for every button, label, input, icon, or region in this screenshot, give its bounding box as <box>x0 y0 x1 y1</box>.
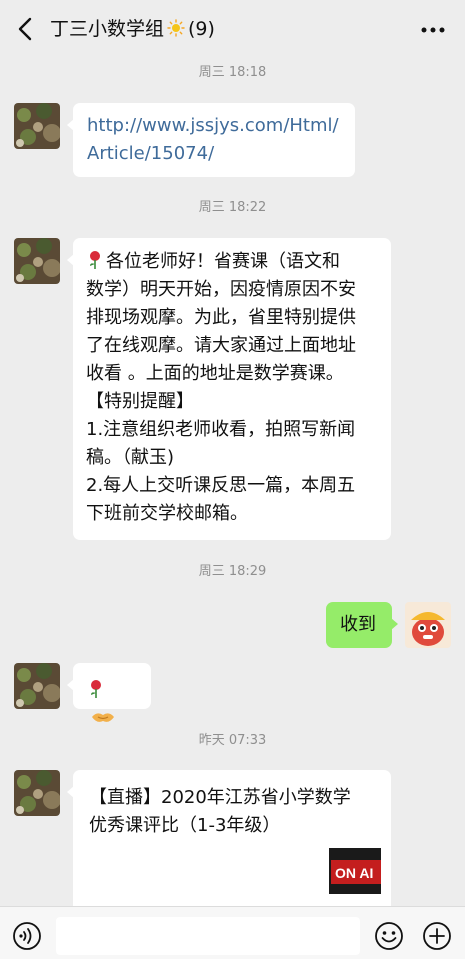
card-title-line: 【直播】2020年江苏省小学数学 <box>89 787 351 808</box>
timestamp: 周三 18:18 <box>198 65 267 80</box>
timestamp: 周三 18:22 <box>198 200 267 215</box>
message-line: 2.每人上交听课反思一篇，本周五 <box>86 475 356 496</box>
more-dots-icon[interactable] <box>421 27 445 33</box>
voice-icon[interactable] <box>12 921 42 951</box>
member-count: (9) <box>188 18 215 40</box>
message-line: 【特别提醒】 <box>86 391 194 412</box>
rose-icon <box>90 251 100 269</box>
avatar[interactable] <box>14 663 60 709</box>
plus-circle-icon[interactable] <box>422 921 452 951</box>
link-card[interactable]: 【直播】2020年江苏省小学数学 优秀课评比（1-3年级） ON AI <box>67 770 391 906</box>
handshake-icon <box>92 713 114 722</box>
on-air-sign: ON AI <box>329 848 381 894</box>
card-title-line: 优秀课评比（1-3年级） <box>89 815 281 836</box>
avatar-image <box>14 770 60 816</box>
self-avatar[interactable] <box>405 602 451 648</box>
message-line: 了在线观摩。请大家通过上面地址 <box>86 335 356 356</box>
avatar-image <box>405 602 451 648</box>
message-line: 各位老师好！省赛课（语文和 <box>86 248 378 276</box>
avatar[interactable] <box>14 770 60 816</box>
message-line: 1.注意组织老师收看，拍照写新闻 <box>86 419 356 440</box>
message-link[interactable]: http://www.jssjys.com/Html/ <box>87 112 341 140</box>
svg-text:ON AI: ON AI <box>335 865 373 881</box>
message-link[interactable]: Article/15074/ <box>87 140 341 168</box>
message-line: 排现场观摩。为此，省里特别提供 <box>86 307 356 328</box>
avatar-image <box>14 663 60 709</box>
message-line: 稿。（献玉) <box>86 447 175 468</box>
message-bubble[interactable]: http://www.jssjys.com/Html/ Article/1507… <box>67 103 355 177</box>
avatar[interactable] <box>14 103 60 149</box>
card-thumbnail: ON AI <box>329 848 381 894</box>
message-bubble[interactable]: 各位老师好！省赛课（语文和 数学）明天开始，因疫情原因不安 排现场观摩。为此，省… <box>67 238 391 540</box>
chat-header: 丁三小数学组 (9) <box>0 0 465 58</box>
group-name: 丁三小数学组 <box>50 18 165 40</box>
message-line: 收看 。上面的地址是数学赛课。 <box>86 363 344 384</box>
self-message-bubble[interactable]: 收到 <box>326 602 398 648</box>
emoji-icon[interactable] <box>374 921 404 951</box>
avatar-image <box>14 103 60 149</box>
message-input[interactable] <box>56 917 360 955</box>
message-line: 下班前交学校邮箱。 <box>86 503 248 524</box>
avatar-image <box>14 238 60 284</box>
timestamp: 周三 18:29 <box>198 564 267 579</box>
chevron-left-icon[interactable] <box>14 15 38 43</box>
message-bubble[interactable] <box>67 663 151 722</box>
input-bar <box>0 906 465 959</box>
message-line: 数学）明天开始，因疫情原因不安 <box>86 279 356 300</box>
rose-icon <box>91 680 101 698</box>
sun-icon <box>167 19 185 37</box>
avatar[interactable] <box>14 238 60 284</box>
timestamp: 昨天 07:33 <box>198 733 267 748</box>
chat-title: 丁三小数学组 (9) <box>50 16 215 42</box>
